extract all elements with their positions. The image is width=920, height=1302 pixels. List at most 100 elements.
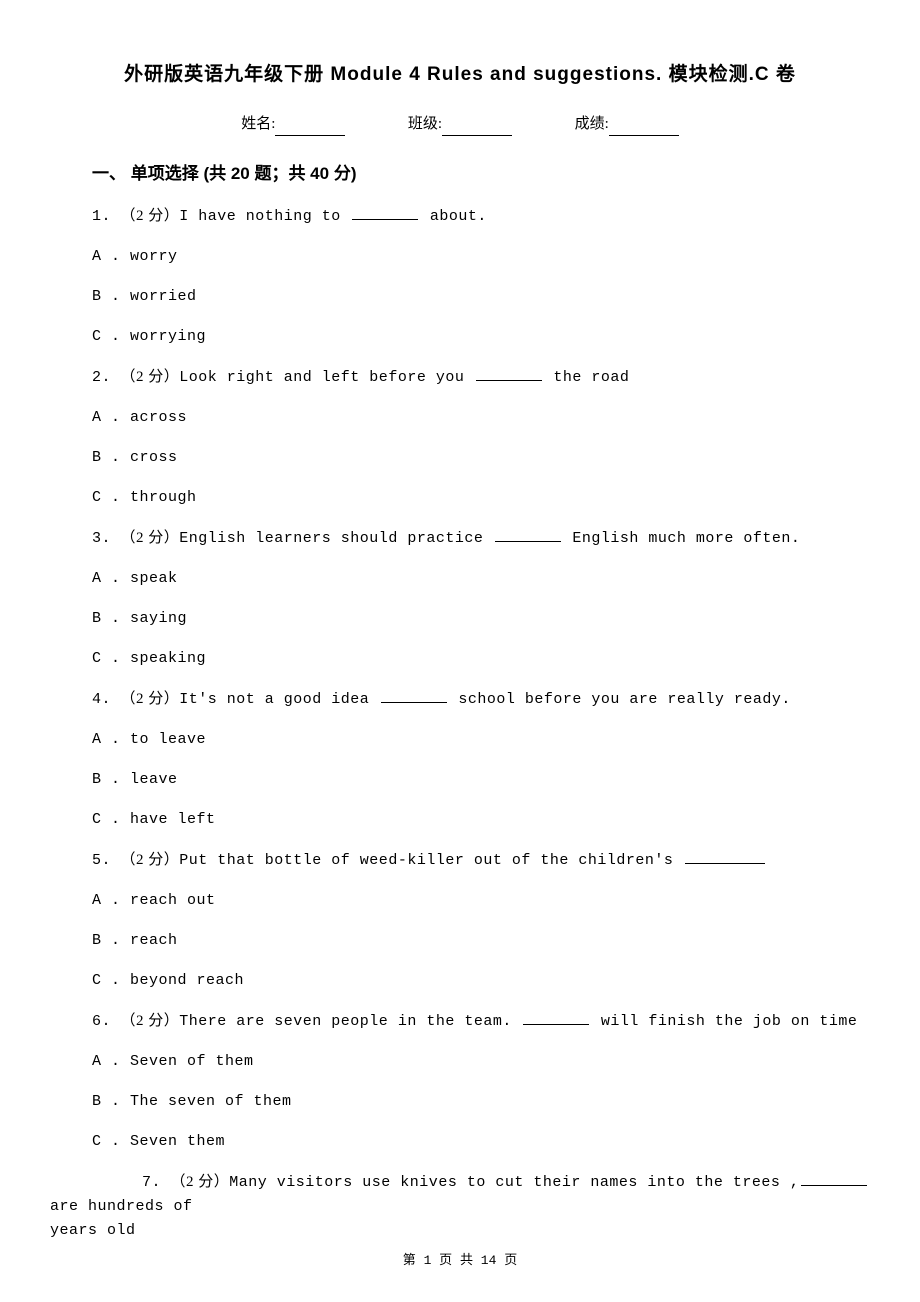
option-text: Seven them — [130, 1133, 225, 1150]
option-text: reach — [130, 932, 178, 949]
option-text: Seven of them — [130, 1053, 254, 1070]
option-text: saying — [130, 610, 187, 627]
option-A[interactable]: A . across — [92, 406, 870, 430]
question-7: 7. （2 分）Many visitors use knives to cut … — [50, 1170, 870, 1243]
question-text-after: school before you are really ready. — [449, 691, 791, 708]
option-A[interactable]: A . worry — [92, 245, 870, 269]
option-A[interactable]: A . reach out — [92, 889, 870, 913]
option-text: across — [130, 409, 187, 426]
option-label: C . — [92, 650, 130, 667]
question-1: 1. （2 分）I have nothing to about. — [92, 204, 870, 229]
question-text-line2: years old — [50, 1219, 870, 1243]
option-text: leave — [130, 771, 178, 788]
option-label: A . — [92, 248, 130, 265]
option-text: worrying — [130, 328, 206, 345]
question-number: 1. — [92, 208, 121, 225]
answer-blank[interactable] — [352, 206, 418, 220]
option-label: C . — [92, 1133, 130, 1150]
option-label: A . — [92, 409, 130, 426]
answer-blank[interactable] — [495, 528, 561, 542]
option-label: B . — [92, 288, 130, 305]
option-text: cross — [130, 449, 178, 466]
question-number: 3. — [92, 530, 121, 547]
option-label: A . — [92, 731, 130, 748]
option-C[interactable]: C . worrying — [92, 325, 870, 349]
option-C[interactable]: C . beyond reach — [92, 969, 870, 993]
option-C[interactable]: C . have left — [92, 808, 870, 832]
question-text-after: about. — [420, 208, 487, 225]
option-B[interactable]: B . worried — [92, 285, 870, 309]
option-B[interactable]: B . The seven of them — [92, 1090, 870, 1114]
question-points: （2 分） — [121, 852, 180, 868]
question-text-before: I have nothing to — [179, 208, 350, 225]
option-label: C . — [92, 972, 130, 989]
question-text-after: the road — [544, 369, 630, 386]
option-C[interactable]: C . speaking — [92, 647, 870, 671]
question-text-after: are hundreds of — [50, 1198, 193, 1215]
option-A[interactable]: A . to leave — [92, 728, 870, 752]
class-blank[interactable] — [442, 122, 512, 136]
question-6: 6. （2 分）There are seven people in the te… — [92, 1009, 870, 1034]
answer-blank[interactable] — [523, 1011, 589, 1025]
question-text-before: Put that bottle of weed-killer out of th… — [179, 852, 683, 869]
question-text-before: Look right and left before you — [179, 369, 474, 386]
answer-blank[interactable] — [476, 367, 542, 381]
option-A[interactable]: A . Seven of them — [92, 1050, 870, 1074]
option-label: C . — [92, 811, 130, 828]
section-header: 一、 单项选择 (共 20 题；共 40 分) — [92, 160, 870, 187]
question-text-before: It's not a good idea — [179, 691, 379, 708]
option-label: B . — [92, 449, 130, 466]
option-B[interactable]: B . reach — [92, 929, 870, 953]
option-C[interactable]: C . Seven them — [92, 1130, 870, 1154]
option-C[interactable]: C . through — [92, 486, 870, 510]
question-5: 5. （2 分）Put that bottle of weed-killer o… — [92, 848, 870, 873]
question-points: （2 分） — [121, 691, 180, 707]
option-label: B . — [92, 1093, 130, 1110]
option-text: reach out — [130, 892, 216, 909]
option-text: speak — [130, 570, 178, 587]
answer-blank[interactable] — [381, 689, 447, 703]
question-text-before: There are seven people in the team. — [179, 1013, 521, 1030]
question-3: 3. （2 分）English learners should practice… — [92, 526, 870, 551]
answer-blank[interactable] — [685, 850, 765, 864]
question-text-after: English much more often. — [563, 530, 801, 547]
question-points: （2 分） — [121, 369, 180, 385]
question-points: （2 分） — [121, 208, 180, 224]
question-number: 6. — [92, 1013, 121, 1030]
question-number: 7. — [142, 1174, 171, 1191]
question-text-before: English learners should practice — [179, 530, 493, 547]
option-text: worry — [130, 248, 178, 265]
option-text: beyond reach — [130, 972, 244, 989]
question-2: 2. （2 分）Look right and left before you t… — [92, 365, 870, 390]
question-text-after: will finish the job on time — [591, 1013, 857, 1030]
option-A[interactable]: A . speak — [92, 567, 870, 591]
name-blank[interactable] — [275, 122, 345, 136]
option-label: B . — [92, 610, 130, 627]
option-B[interactable]: B . saying — [92, 607, 870, 631]
question-number: 4. — [92, 691, 121, 708]
option-B[interactable]: B . cross — [92, 446, 870, 470]
question-points: （2 分） — [121, 1013, 180, 1029]
question-text-before: Many visitors use knives to cut their na… — [229, 1174, 799, 1191]
option-text: The seven of them — [130, 1093, 292, 1110]
student-info-line: 姓名: 班级: 成绩: — [50, 112, 870, 136]
question-number: 2. — [92, 369, 121, 386]
answer-blank[interactable] — [801, 1172, 867, 1186]
option-B[interactable]: B . leave — [92, 768, 870, 792]
option-label: B . — [92, 771, 130, 788]
question-number: 5. — [92, 852, 121, 869]
option-label: B . — [92, 932, 130, 949]
option-label: A . — [92, 1053, 130, 1070]
option-label: A . — [92, 892, 130, 909]
option-text: to leave — [130, 731, 206, 748]
document-title: 外研版英语九年级下册 Module 4 Rules and suggestion… — [50, 60, 870, 90]
score-blank[interactable] — [609, 122, 679, 136]
name-label: 姓名: — [241, 112, 275, 136]
option-text: have left — [130, 811, 216, 828]
score-label: 成绩: — [575, 112, 609, 136]
option-text: worried — [130, 288, 197, 305]
option-label: A . — [92, 570, 130, 587]
option-text: speaking — [130, 650, 206, 667]
page-footer: 第 1 页 共 14 页 — [0, 1251, 920, 1272]
option-label: C . — [92, 328, 130, 345]
